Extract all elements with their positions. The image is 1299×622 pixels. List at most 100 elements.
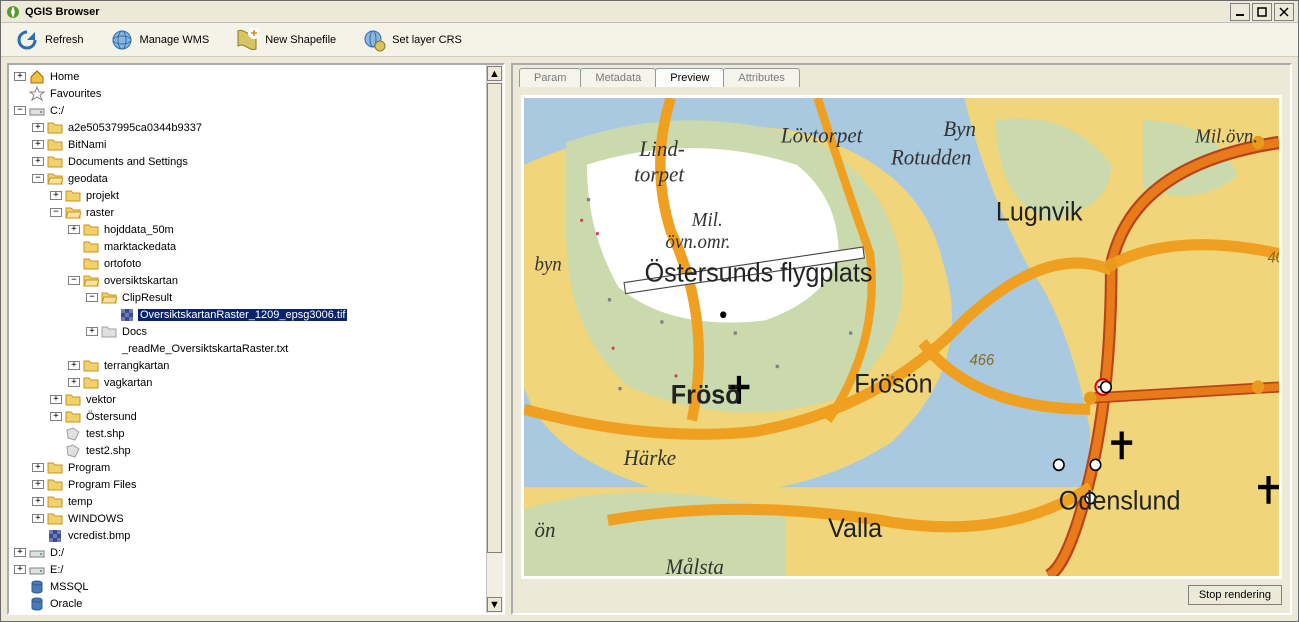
- tree-item[interactable]: marktackedata: [102, 241, 178, 253]
- tree-item[interactable]: test2.shp: [84, 445, 133, 457]
- folder-icon: [47, 460, 63, 476]
- map-label: Lind-: [638, 136, 684, 161]
- expand-icon[interactable]: +: [14, 548, 26, 557]
- tab-content: Lind- torpet Lövtorpet Byn Rotudden Mil.…: [513, 87, 1290, 613]
- tree-item[interactable]: vcredist.bmp: [66, 530, 132, 542]
- tree-item[interactable]: BitNami: [66, 139, 109, 151]
- expand-icon[interactable]: +: [50, 191, 62, 200]
- vector-file-icon: [65, 426, 81, 442]
- raster-file-icon: [119, 307, 135, 323]
- scroll-up-arrow[interactable]: ▲: [487, 66, 502, 81]
- tree-item[interactable]: test.shp: [84, 428, 127, 440]
- map-label: 40: [1267, 249, 1279, 266]
- tree-item[interactable]: Documents and Settings: [66, 156, 190, 168]
- tree-item[interactable]: Program: [66, 462, 112, 474]
- set-layer-crs-button[interactable]: Set layer CRS: [356, 25, 468, 55]
- folder-icon: [47, 511, 63, 527]
- tree-item[interactable]: ortofoto: [102, 258, 143, 270]
- collapse-icon[interactable]: −: [32, 174, 44, 183]
- folder-icon: [65, 188, 81, 204]
- close-button[interactable]: [1274, 3, 1294, 21]
- expand-icon[interactable]: +: [68, 361, 80, 370]
- expand-icon[interactable]: +: [86, 327, 98, 336]
- expand-icon[interactable]: +: [50, 412, 62, 421]
- collapse-icon[interactable]: −: [14, 106, 26, 115]
- tree-item-selected-file[interactable]: OversiktskartanRaster_1209_epsg3006.tif: [138, 309, 347, 321]
- tree-item-readme[interactable]: _readMe_OversiktskartaRaster.txt: [120, 343, 290, 355]
- scroll-thumb[interactable]: [487, 83, 502, 553]
- tree-item[interactable]: vagkartan: [102, 377, 154, 389]
- expand-icon[interactable]: +: [68, 225, 80, 234]
- vertical-scrollbar[interactable]: ▲ ▼: [486, 65, 503, 613]
- expand-icon[interactable]: +: [32, 140, 44, 149]
- scroll-down-arrow[interactable]: ▼: [487, 597, 502, 612]
- new-shapefile-button[interactable]: New Shapefile: [229, 25, 342, 55]
- preview-panel: Param Metadata Preview Attributes: [511, 63, 1292, 615]
- tree-item[interactable]: WINDOWS: [66, 513, 126, 525]
- tree-item-c-drive[interactable]: C:/: [48, 105, 66, 117]
- folder-icon: [101, 324, 117, 340]
- tree-item-d-drive[interactable]: D:/: [48, 547, 66, 559]
- tree-item-raster[interactable]: raster: [84, 207, 116, 219]
- expand-icon[interactable]: +: [32, 123, 44, 132]
- tree-item[interactable]: terrangkartan: [102, 360, 171, 372]
- collapse-icon[interactable]: +: [14, 72, 26, 81]
- tree-item-oversiktskartan[interactable]: oversiktskartan: [102, 275, 180, 287]
- tree-item-clipresult[interactable]: ClipResult: [120, 292, 174, 304]
- main-body: + Home Favourites − C:/ + a2e50537995ca0344…: [1, 57, 1298, 621]
- tree-item-mssql[interactable]: MSSQL: [48, 581, 91, 593]
- tree-item[interactable]: Program Files: [66, 479, 138, 491]
- map-label: Valla: [828, 514, 883, 543]
- tree-item[interactable]: hojddata_50m: [102, 224, 176, 236]
- qgis-icon: [5, 4, 21, 20]
- stop-rendering-button[interactable]: Stop rendering: [1188, 585, 1282, 605]
- expand-icon[interactable]: +: [32, 157, 44, 166]
- file-tree[interactable]: + Home Favourites − C:/ + a2e50537995ca0344…: [9, 65, 503, 613]
- map-preview[interactable]: Lind- torpet Lövtorpet Byn Rotudden Mil.…: [521, 95, 1282, 579]
- expand-icon[interactable]: +: [32, 514, 44, 523]
- drive-icon: [29, 545, 45, 561]
- map-label: Lövtorpet: [780, 123, 863, 148]
- tree-item[interactable]: vektor: [84, 394, 118, 406]
- tab-attributes[interactable]: Attributes: [723, 68, 799, 87]
- tree-item-e-drive[interactable]: E:/: [48, 564, 65, 576]
- folder-icon: [83, 375, 99, 391]
- expand-icon[interactable]: +: [50, 395, 62, 404]
- map-label: Mil.: [691, 209, 723, 231]
- collapse-icon[interactable]: −: [68, 276, 80, 285]
- database-icon: [29, 596, 45, 612]
- star-icon: [29, 86, 45, 102]
- maximize-button[interactable]: [1252, 3, 1272, 21]
- minimize-button[interactable]: [1230, 3, 1250, 21]
- expand-icon[interactable]: +: [32, 463, 44, 472]
- tab-param[interactable]: Param: [519, 68, 581, 87]
- map-label: Frösön: [854, 370, 932, 399]
- tree-item[interactable]: Östersund: [84, 411, 139, 423]
- folder-icon: [65, 392, 81, 408]
- tab-preview[interactable]: Preview: [655, 68, 724, 87]
- expand-icon[interactable]: +: [14, 565, 26, 574]
- tree-item-oracle[interactable]: Oracle: [48, 598, 84, 610]
- tree-item-home[interactable]: Home: [48, 71, 81, 83]
- collapse-icon[interactable]: −: [86, 293, 98, 302]
- tree-item-favourites[interactable]: Favourites: [48, 88, 103, 100]
- tree-item-geodata[interactable]: geodata: [66, 173, 110, 185]
- expand-icon[interactable]: +: [32, 497, 44, 506]
- refresh-label: Refresh: [45, 34, 84, 46]
- map-label: Byn: [943, 116, 976, 141]
- expand-icon[interactable]: +: [68, 378, 80, 387]
- expand-icon[interactable]: +: [32, 480, 44, 489]
- globe-icon: [110, 28, 134, 52]
- tab-metadata[interactable]: Metadata: [580, 68, 656, 87]
- manage-wms-button[interactable]: Manage WMS: [104, 25, 216, 55]
- tree-item[interactable]: temp: [66, 496, 94, 508]
- tree-item[interactable]: a2e50537995ca0344b9337: [66, 122, 204, 134]
- tree-panel: + Home Favourites − C:/ + a2e50537995ca0344…: [7, 63, 505, 615]
- tree-item[interactable]: Docs: [120, 326, 149, 338]
- map-label: Lugnvik: [996, 198, 1083, 227]
- map-label: Målsta: [665, 554, 724, 576]
- refresh-button[interactable]: Refresh: [9, 25, 90, 55]
- preview-footer: Stop rendering: [521, 579, 1282, 605]
- tree-item[interactable]: projekt: [84, 190, 121, 202]
- collapse-icon[interactable]: −: [50, 208, 62, 217]
